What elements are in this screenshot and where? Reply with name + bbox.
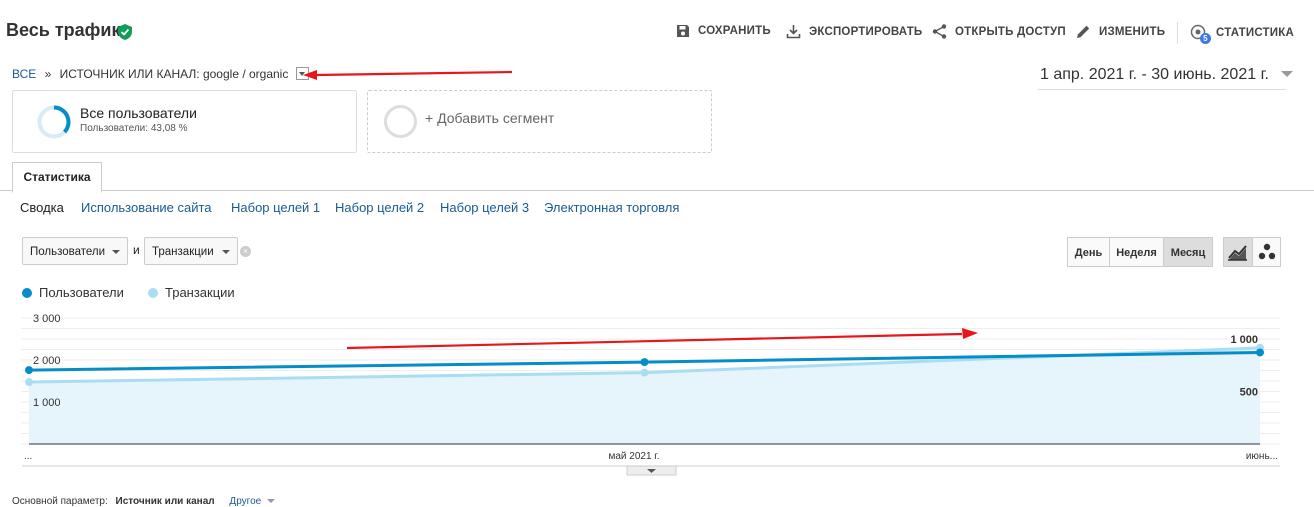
line-chart-icon: [1228, 245, 1247, 261]
edit-button[interactable]: ИЗМЕНИТЬ: [1076, 24, 1165, 39]
right-axis-label: 1 000: [1230, 334, 1258, 346]
subnav-ecommerce[interactable]: Электронная торговля: [544, 200, 679, 215]
export-button[interactable]: ЭКСПОРТИРОВАТЬ: [786, 24, 922, 39]
segment-all-users[interactable]: Все пользователи Пользователи: 43,08 %: [12, 90, 357, 153]
toolbar-divider: [1177, 22, 1178, 44]
x-axis-label: ...: [24, 451, 32, 462]
share-label: ОТКРЫТЬ ДОСТУП: [955, 25, 1066, 38]
pencil-icon: [1077, 25, 1090, 38]
segment-donut-icon: [37, 105, 71, 139]
annotation-arrowhead: [962, 328, 978, 339]
subnav-overview[interactable]: Сводка: [20, 200, 64, 215]
legend-users-label: Пользователи: [39, 285, 124, 300]
verified-shield-icon: [118, 24, 132, 40]
insights-badge: 5: [1200, 33, 1211, 44]
legend-transactions: Транзакции: [148, 285, 235, 300]
breadcrumb-current: ИСТОЧНИК ИЛИ КАНАЛ: google / organic: [59, 67, 289, 81]
subnav-goal-set-1[interactable]: Набор целей 1: [231, 200, 320, 215]
edit-label: ИЗМЕНИТЬ: [1099, 25, 1166, 38]
legend-users: Пользователи: [22, 285, 124, 300]
granularity-day-button[interactable]: День: [1067, 237, 1110, 267]
left-axis-label: 2 000: [33, 355, 61, 367]
metric-joiner: и: [133, 243, 140, 257]
breadcrumb-root[interactable]: ВСЕ: [12, 67, 36, 81]
save-label: СОХРАНИТЬ: [698, 25, 771, 37]
transactions-point-0: [25, 378, 33, 387]
subnav-site-usage[interactable]: Использование сайта: [81, 200, 212, 215]
insights-button[interactable]: 5 СТАТИСТИКА: [1190, 24, 1294, 44]
annotation-arrow-chart: [346, 332, 963, 350]
x-axis-label: июнь...: [1246, 451, 1278, 462]
page-title: Весь трафик: [6, 20, 121, 40]
add-segment-label: + Добавить сегмент: [425, 110, 555, 126]
subnav-goal-set-2[interactable]: Набор целей 2: [335, 200, 424, 215]
segment-name: Все пользователи: [80, 105, 197, 121]
share-button[interactable]: ОТКРЫТЬ ДОСТУП: [932, 24, 1066, 39]
subnav-goal-set-3[interactable]: Набор целей 3: [440, 200, 529, 215]
line-chart-toggle[interactable]: [1223, 237, 1253, 267]
segment-detail: Пользователи: 43,08 %: [80, 123, 188, 134]
breadcrumb: ВСЕ » ИСТОЧНИК ИЛИ КАНАЛ: google / organ…: [12, 65, 309, 81]
primary-dimension-row: Основной параметр: Источник или канал Др…: [12, 496, 275, 507]
tab-statistics[interactable]: Статистика: [12, 162, 102, 193]
right-axis-label: 500: [1240, 387, 1258, 399]
other-dimension-chevron-icon: [266, 499, 275, 503]
annotation-arrow-left: [303, 70, 513, 80]
primary-dimension-label: Основной параметр:: [12, 496, 108, 507]
users-point-2: [1256, 348, 1264, 357]
left-axis-label: 1 000: [33, 397, 61, 409]
primary-dimension-value[interactable]: Источник или канал: [116, 496, 215, 507]
x-axis-label: май 2021 г.: [608, 451, 659, 462]
primary-metric-select[interactable]: Пользователи: [22, 237, 128, 265]
trend-chart: 1 000 2 000 3 000 500 1 000... май 2021 г. июн…: [21, 313, 1280, 476]
legend-transactions-label: Транзакции: [165, 285, 235, 300]
empty-segment-icon: [384, 105, 417, 138]
legend-users-swatch: [22, 287, 32, 298]
bubble-chart-icon: [1258, 243, 1276, 260]
tab-underline: [0, 190, 1314, 191]
share-icon: [932, 24, 947, 39]
left-axis-label: 3 000: [33, 313, 61, 325]
breadcrumb-separator: »: [44, 67, 52, 81]
remove-metric-icon[interactable]: ×: [240, 246, 251, 257]
motion-chart-toggle[interactable]: [1252, 237, 1281, 267]
users-point-0: [25, 366, 33, 375]
legend-transactions-swatch: [148, 287, 158, 298]
granularity-week-button[interactable]: Неделя: [1109, 237, 1164, 267]
add-segment-button[interactable]: + Добавить сегмент: [367, 90, 712, 153]
other-dimension-link[interactable]: Другое: [229, 496, 261, 507]
secondary-metric-select[interactable]: Транзакции: [144, 237, 238, 265]
chevron-down-icon: [1281, 71, 1294, 77]
export-label: ЭКСПОРТИРОВАТЬ: [809, 25, 923, 38]
insights-label: СТАТИСТИКА: [1216, 27, 1294, 39]
date-range-picker[interactable]: 1 апр. 2021 г. - 30 июнь. 2021 г.: [1040, 66, 1294, 84]
granularity-month-button[interactable]: Месяц: [1163, 237, 1213, 267]
transactions-point-1: [640, 368, 649, 377]
save-button[interactable]: СОХРАНИТЬ: [676, 24, 771, 38]
date-range-text: 1 апр. 2021 г. - 30 июнь. 2021 г.: [1040, 66, 1269, 83]
save-icon: [677, 25, 689, 37]
download-icon: [786, 25, 801, 39]
users-point-1: [640, 358, 649, 367]
date-underline: [1038, 89, 1286, 90]
